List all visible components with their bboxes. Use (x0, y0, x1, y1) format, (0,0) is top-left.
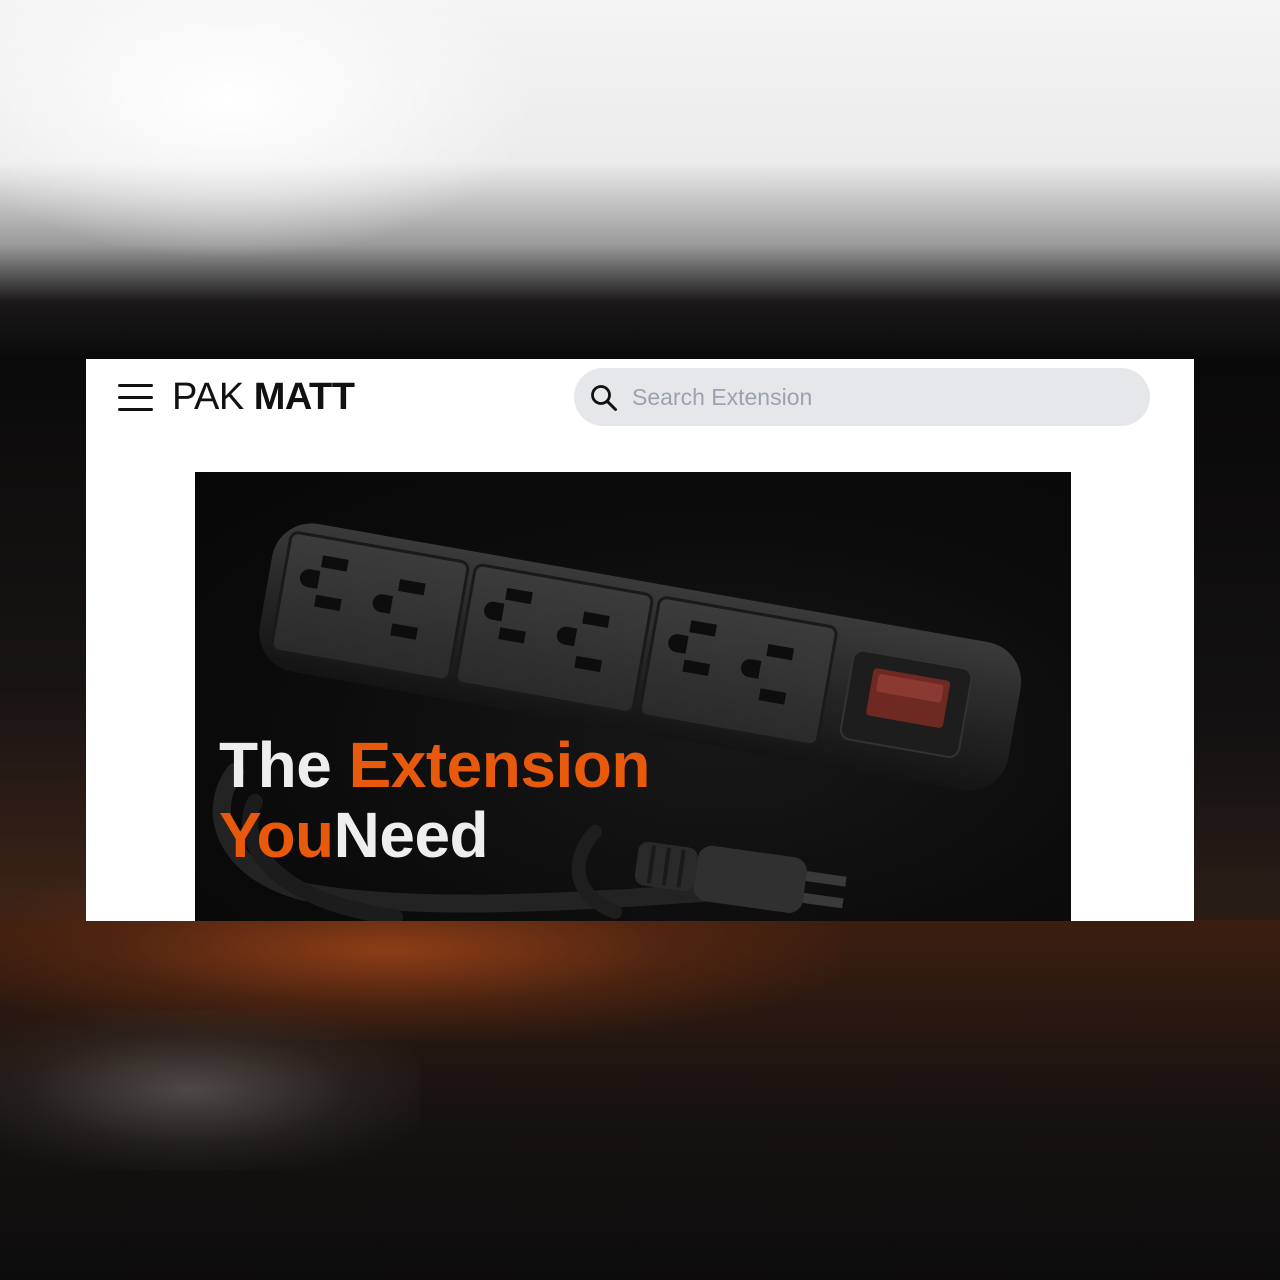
headline-line-1: The Extension (219, 730, 650, 800)
brand-name-light: PAK (172, 376, 244, 418)
menu-bar (118, 395, 153, 399)
search-input[interactable] (632, 368, 1132, 426)
menu-bar (118, 407, 153, 411)
headline-you: You (219, 799, 334, 871)
headline-line-2: YouNeed (219, 800, 650, 870)
headline-extension: Extension (348, 729, 651, 801)
menu-bar (118, 383, 153, 387)
brand-name-bold: MATT (253, 376, 355, 418)
brand-logo[interactable]: PAK MATT (172, 375, 355, 419)
website-screenshot: PAK MATT Search Extension The Extension … (86, 359, 1194, 921)
search-icon[interactable] (588, 382, 620, 414)
site-header: PAK MATT (86, 359, 1194, 439)
hamburger-menu-icon[interactable] (118, 380, 156, 414)
headline-the: The (219, 729, 349, 801)
headline-need: Need (333, 799, 489, 871)
backdrop-glow (0, 0, 540, 260)
search-bar[interactable] (574, 368, 1150, 426)
hero-banner: The Extension YouNeed (195, 472, 1071, 921)
hero-headline: The Extension YouNeed (219, 730, 650, 870)
backdrop-grey-blur (0, 1010, 420, 1170)
